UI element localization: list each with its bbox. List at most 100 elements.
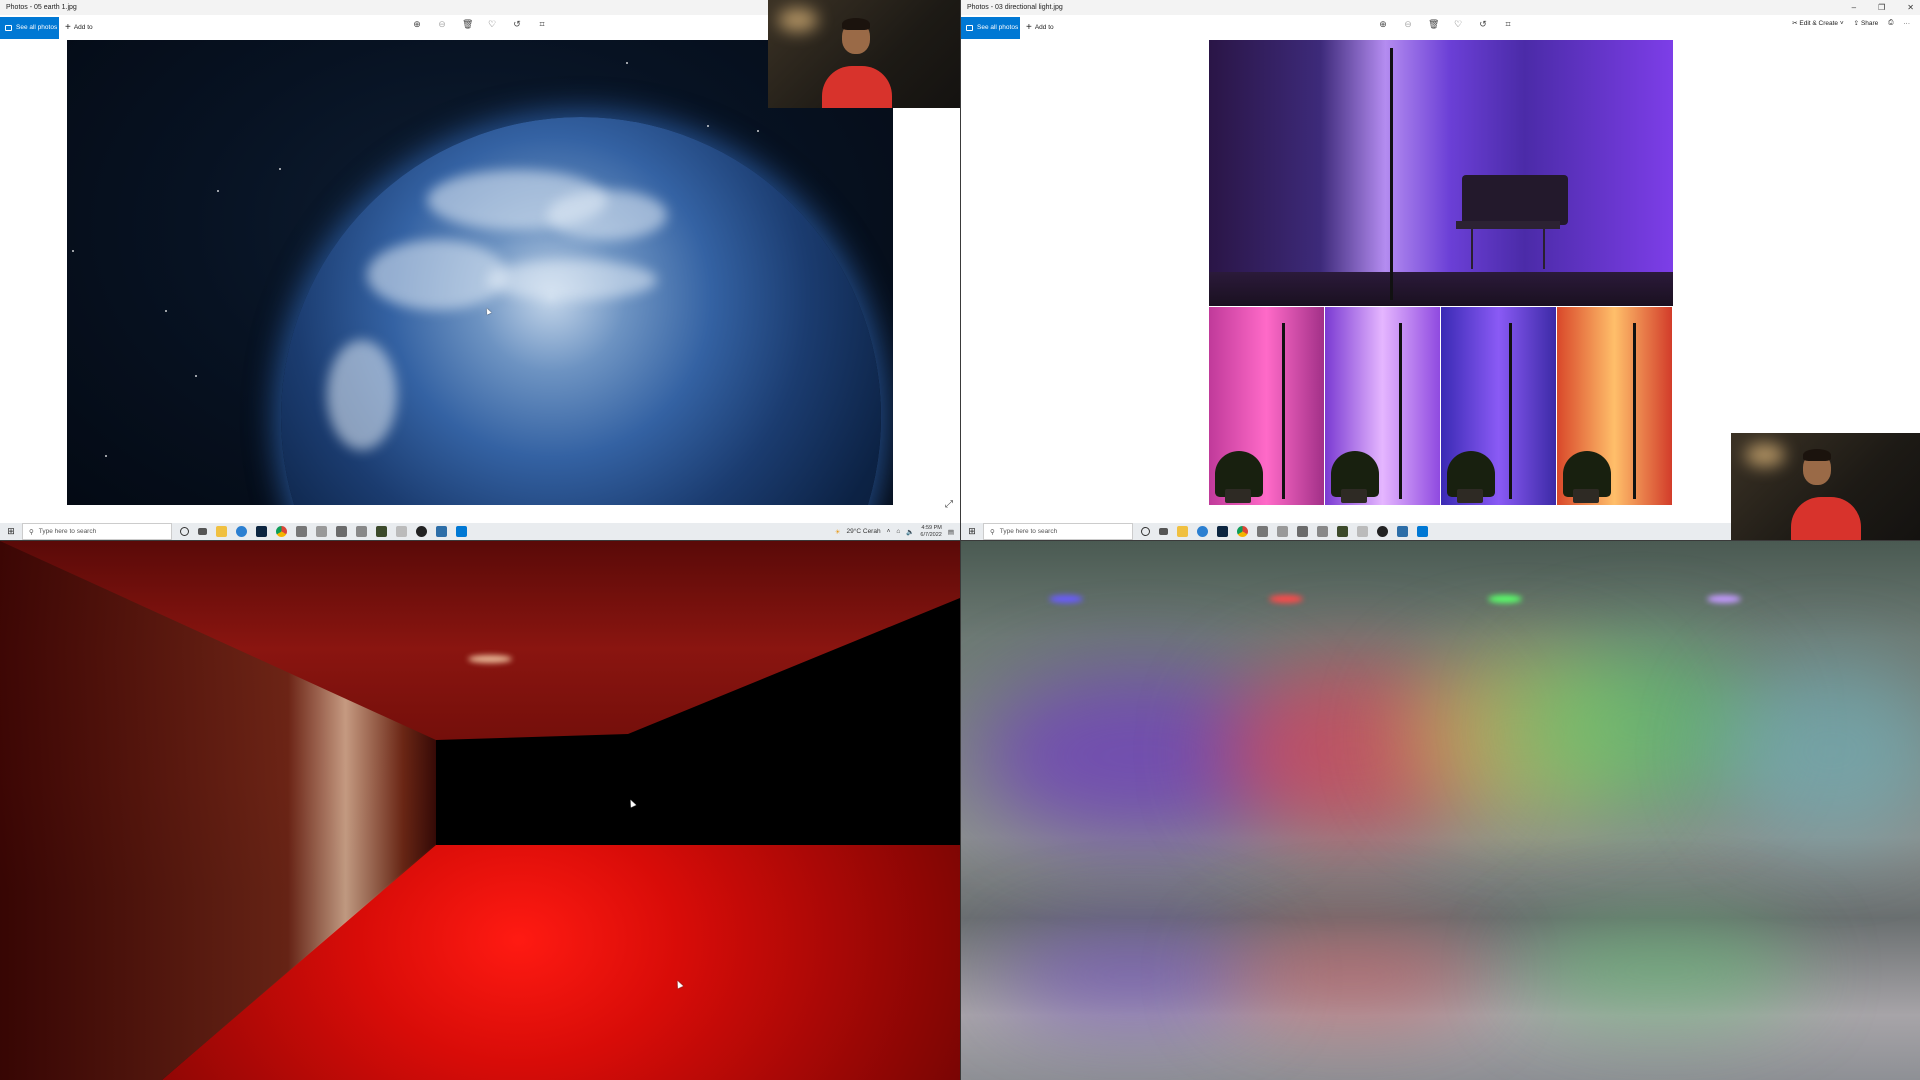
render-red-corridor: [0, 541, 960, 1080]
crop-icon[interactable]: ⌗: [537, 19, 547, 30]
maximize-icon[interactable]: ❐: [1878, 0, 1885, 15]
taskbar: ⊞ ⚲ Type here to search: [961, 523, 1731, 540]
app-icon[interactable]: [336, 526, 347, 537]
clock[interactable]: 4:59 PM 6/7/2022: [920, 525, 941, 538]
ceiling-light-green: [1488, 595, 1522, 603]
minimize-icon[interactable]: –: [1852, 0, 1856, 15]
chrome-icon[interactable]: [276, 526, 287, 537]
taskbar-search[interactable]: ⚲ Type here to search: [22, 523, 172, 540]
search-icon: ⚲: [29, 528, 34, 536]
app-icon[interactable]: [1397, 526, 1408, 537]
ceiling-light-violet: [1707, 595, 1741, 603]
webcam-overlay: [1731, 433, 1920, 540]
colored-lights-scene: [961, 541, 1920, 1080]
app-icon[interactable]: [1277, 526, 1288, 537]
app-icon[interactable]: [416, 526, 427, 537]
search-placeholder: Type here to search: [38, 528, 97, 535]
file-explorer-icon[interactable]: [216, 526, 227, 537]
zoom-in-icon[interactable]: ⊕: [412, 19, 422, 30]
app-icon[interactable]: [1297, 526, 1308, 537]
chevron-up-icon[interactable]: ˄: [887, 528, 891, 535]
window-title: Photos - 05 earth 1.jpg: [6, 4, 77, 11]
share-button[interactable]: ⇪ Share: [1854, 19, 1879, 27]
edit-create-button[interactable]: ✂ Edit & Create ˅: [1792, 19, 1844, 27]
share-label: Share: [1860, 20, 1879, 27]
zoom-out-icon[interactable]: ⊖: [437, 19, 447, 30]
rotate-icon[interactable]: ↺: [1478, 19, 1488, 30]
add-to-button[interactable]: + Add to: [65, 17, 93, 39]
more-icon[interactable]: ···: [1904, 20, 1911, 27]
directional-light-photo: [1209, 40, 1673, 505]
taskbar-apps: [180, 526, 467, 537]
see-all-label: See all photos: [16, 24, 58, 31]
cortana-icon[interactable]: [1141, 527, 1150, 536]
panel-blue: [1441, 307, 1556, 505]
crop-icon[interactable]: ⌗: [1503, 19, 1513, 30]
zoom-out-icon[interactable]: ⊖: [1403, 19, 1413, 30]
see-all-label: See all photos: [977, 24, 1019, 31]
taskbar-search[interactable]: ⚲ Type here to search: [983, 523, 1133, 540]
photos-window-directional-light: Photos - 03 directional light.jpg – ❐ ✕ …: [961, 0, 1920, 540]
expand-icon[interactable]: ⤢: [945, 499, 953, 510]
app-icon[interactable]: [396, 526, 407, 537]
app-icon[interactable]: [1337, 526, 1348, 537]
file-explorer-icon[interactable]: [1177, 526, 1188, 537]
app-icon[interactable]: [1357, 526, 1368, 537]
photoshop-icon[interactable]: [1217, 526, 1228, 537]
see-all-photos-button[interactable]: See all photos: [0, 17, 59, 39]
red-corridor-scene: [0, 541, 960, 1080]
add-to-label: Add to: [73, 24, 93, 31]
heart-icon[interactable]: ♡: [487, 19, 497, 30]
weather-icon: ☀: [834, 528, 841, 536]
delete-icon[interactable]: 🗑: [1428, 19, 1439, 30]
edge-icon[interactable]: [236, 526, 247, 537]
split-divider-horizontal: [0, 540, 1920, 541]
app-icon[interactable]: [1317, 526, 1328, 537]
app-icon[interactable]: [376, 526, 387, 537]
volume-icon[interactable]: 🔈: [906, 528, 914, 536]
edge-icon[interactable]: [1197, 526, 1208, 537]
windows-start-icon[interactable]: ⊞: [961, 526, 983, 537]
notifications-icon[interactable]: ▤: [948, 528, 954, 536]
window-title: Photos - 03 directional light.jpg: [967, 4, 1063, 11]
add-to-button[interactable]: + Add to: [1026, 17, 1054, 39]
weather-text[interactable]: 29°C Cerah: [847, 528, 881, 535]
calculator-icon[interactable]: [296, 526, 307, 537]
heart-icon[interactable]: ♡: [1453, 19, 1463, 30]
task-view-icon[interactable]: [1159, 528, 1168, 535]
system-tray: ☀ 29°C Cerah ˄ ⌂ 🔈 4:59 PM 6/7/2022 ▤: [835, 525, 954, 538]
cortana-icon[interactable]: [180, 527, 189, 536]
photos-app-icon[interactable]: [456, 526, 467, 537]
delete-icon[interactable]: 🗑: [462, 19, 473, 30]
zoom-in-icon[interactable]: ⊕: [1378, 19, 1388, 30]
network-icon[interactable]: ⌂: [896, 528, 900, 535]
ceiling-light-red: [1269, 595, 1303, 603]
panel-orange: [1557, 307, 1672, 505]
window-title-bar: Photos - 03 directional light.jpg – ❐ ✕: [961, 0, 1920, 15]
chair: [1462, 175, 1568, 225]
photos-toolbar: See all photos + Add to ⊕ ⊖ 🗑 ♡ ↺ ⌗ ✂ Ed…: [961, 15, 1920, 40]
task-view-icon[interactable]: [198, 528, 207, 535]
floor-reflection-red: [1221, 931, 1481, 1021]
app-icon[interactable]: [1377, 526, 1388, 537]
light-blob-teal: [1721, 661, 1920, 841]
clock-time: 4:59 PM: [921, 525, 942, 531]
floor-reflection-green: [1521, 921, 1801, 1021]
gallery-icon: [5, 25, 12, 31]
chrome-icon[interactable]: [1237, 526, 1248, 537]
presenter-body: [822, 66, 892, 108]
window-controls: – ❐ ✕: [1852, 0, 1914, 15]
see-all-photos-button[interactable]: See all photos: [961, 17, 1020, 39]
app-icon[interactable]: [316, 526, 327, 537]
app-icon[interactable]: [356, 526, 367, 537]
app-icon[interactable]: [436, 526, 447, 537]
rotate-icon[interactable]: ↺: [512, 19, 522, 30]
webcam-overlay: [768, 0, 960, 108]
calculator-icon[interactable]: [1257, 526, 1268, 537]
windows-start-icon[interactable]: ⊞: [0, 526, 22, 537]
photoshop-icon[interactable]: [256, 526, 267, 537]
print-icon[interactable]: ⎙: [1888, 19, 1893, 27]
close-icon[interactable]: ✕: [1907, 0, 1914, 15]
photos-app-icon[interactable]: [1417, 526, 1428, 537]
edit-create-label: Edit & Create: [1799, 20, 1839, 27]
